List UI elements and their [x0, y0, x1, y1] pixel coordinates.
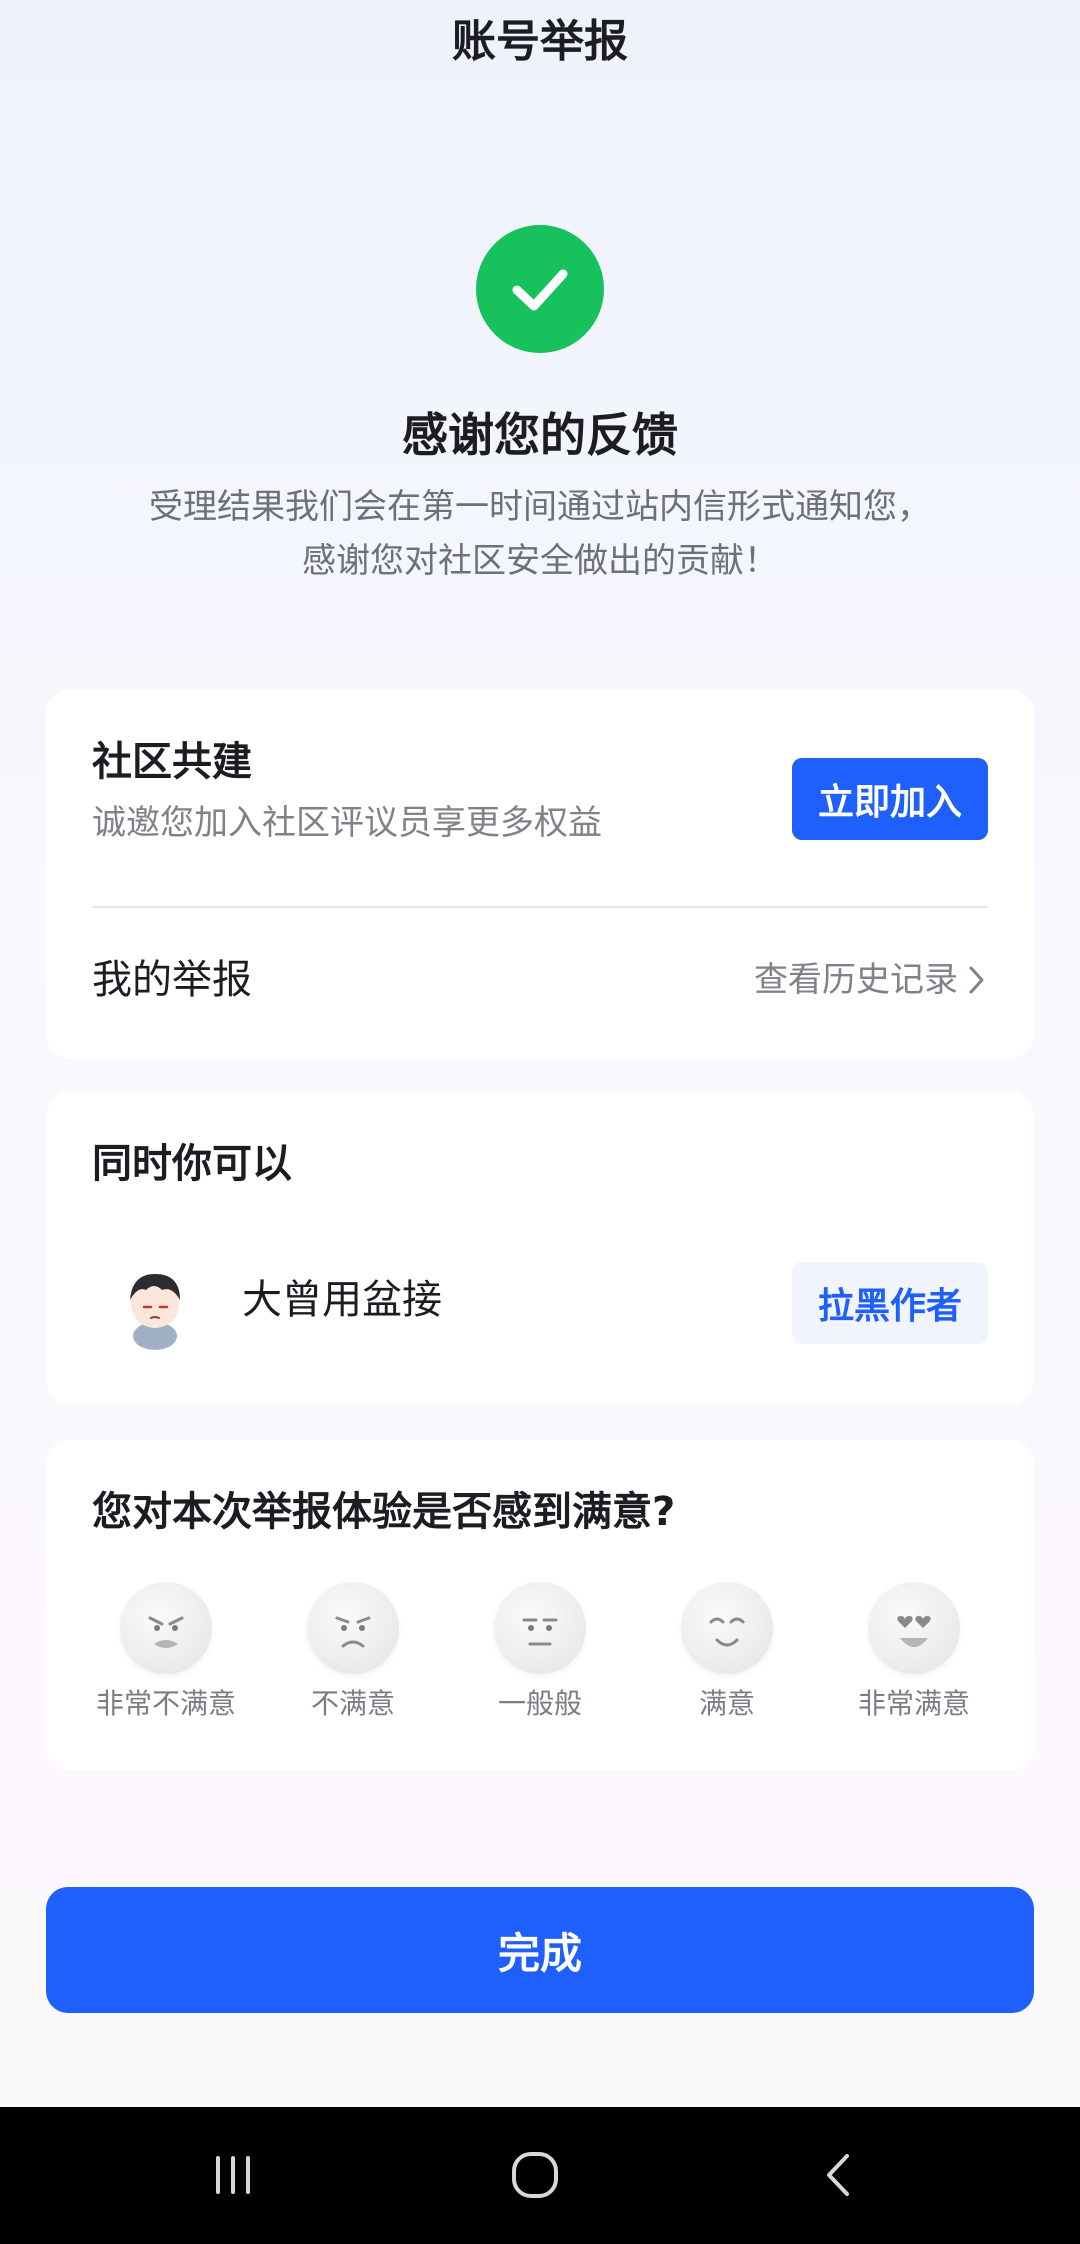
rating-label: 不满意 [310, 1687, 395, 1720]
rating-neutral[interactable]: 一般般 [460, 1582, 620, 1724]
thanks-description: 受理结果我们会在第一时间通过站内信形式通知您， 感谢您对社区安全做出的贡献！ [80, 480, 1000, 588]
rating-label: 满意 [698, 1687, 755, 1720]
done-button[interactable]: 完成 [46, 1887, 1034, 2013]
view-history-label: 查看历史记录 [754, 960, 958, 1000]
dissatisfied-face-icon [307, 1582, 399, 1674]
system-navigation-bar [0, 2107, 1080, 2244]
view-history-link[interactable]: 查看历史记录 [754, 952, 988, 1008]
back-icon[interactable] [794, 2145, 884, 2205]
satisfaction-survey-card: 您对本次举报体验是否感到满意? 非常不满意 不满意 一般般 满意 非常满意 [46, 1440, 1034, 1770]
thanks-desc-line-1: 受理结果我们会在第一时间通过站内信形式通知您， [149, 487, 931, 527]
rating-label: 一般般 [497, 1687, 582, 1720]
also-title: 同时你可以 [92, 1141, 292, 1187]
neutral-face-icon [494, 1582, 586, 1674]
rating-options: 非常不满意 不满意 一般般 满意 非常满意 [86, 1582, 994, 1724]
thanks-desc-line-2: 感谢您对社区安全做出的贡献！ [302, 541, 778, 581]
success-check-icon [476, 225, 604, 353]
community-title: 社区共建 [92, 739, 252, 785]
community-card: 社区共建 诚邀您加入社区评议员享更多权益 立即加入 我的举报 查看历史记录 [46, 690, 1034, 1058]
rating-dissatisfied[interactable]: 不满意 [273, 1582, 433, 1724]
thanks-heading: 感谢您的反馈 [402, 408, 678, 462]
divider [92, 906, 988, 908]
home-icon[interactable] [490, 2145, 580, 2205]
author-avatar [110, 1260, 200, 1350]
satisfied-face-icon [681, 1582, 773, 1674]
join-now-button[interactable]: 立即加入 [792, 758, 988, 840]
block-author-button[interactable]: 拉黑作者 [792, 1262, 988, 1344]
survey-question: 您对本次举报体验是否感到满意? [92, 1489, 676, 1535]
page-title: 账号举报 [452, 16, 628, 67]
chevron-right-icon [969, 966, 984, 994]
also-card: 同时你可以 大曾用盆接 拉黑作者 [46, 1092, 1034, 1404]
rating-very-dissatisfied[interactable]: 非常不满意 [86, 1582, 246, 1724]
rating-satisfied[interactable]: 满意 [647, 1582, 807, 1724]
community-subtitle: 诚邀您加入社区评议员享更多权益 [92, 803, 602, 843]
very-dissatisfied-face-icon [120, 1582, 212, 1674]
recent-apps-icon[interactable] [188, 2145, 278, 2205]
very-satisfied-face-icon [868, 1582, 960, 1674]
rating-very-satisfied[interactable]: 非常满意 [834, 1582, 994, 1724]
my-reports-label: 我的举报 [92, 957, 252, 1003]
rating-label: 非常不满意 [95, 1687, 236, 1720]
author-name: 大曾用盆接 [242, 1277, 442, 1323]
rating-label: 非常满意 [857, 1687, 970, 1720]
